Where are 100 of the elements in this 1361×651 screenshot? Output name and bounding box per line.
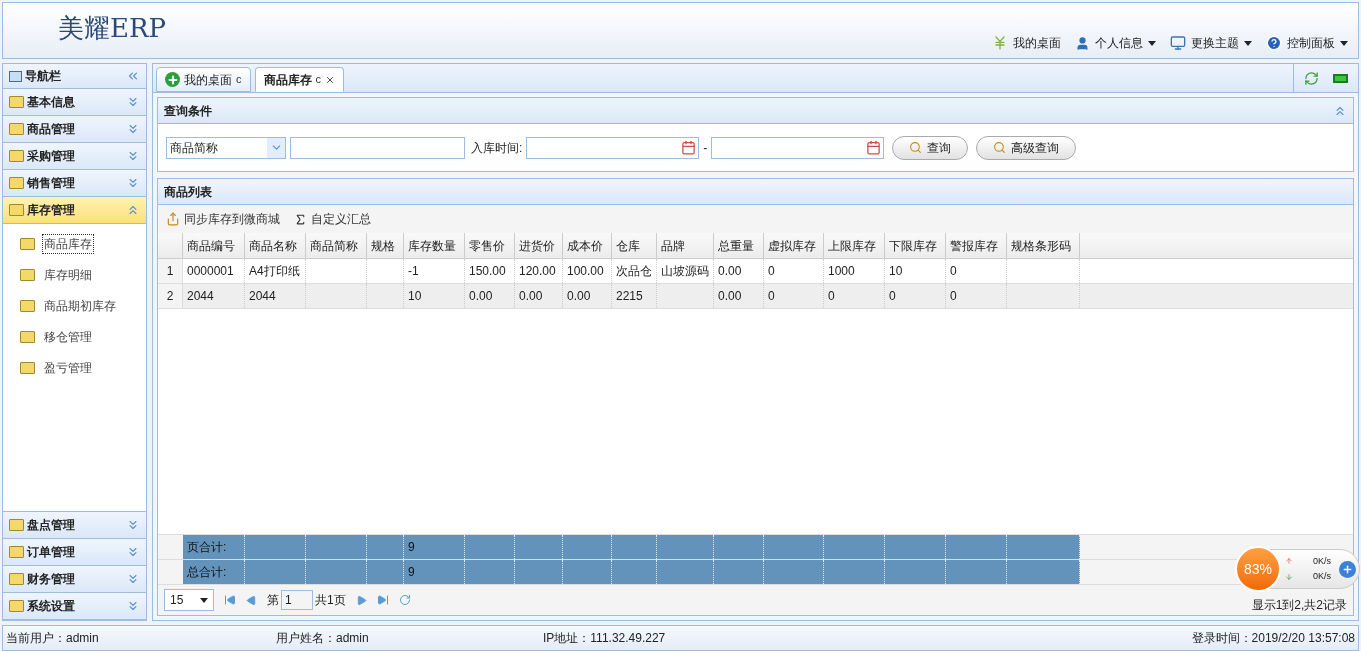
toolbar-button[interactable]: 同步库存到微商城 bbox=[166, 210, 280, 228]
nav-group-header[interactable]: 盘点管理 bbox=[3, 512, 146, 539]
nav-item[interactable]: 商品库存 bbox=[43, 234, 93, 253]
reload-icon[interactable] bbox=[398, 594, 411, 606]
collapse-icon[interactable] bbox=[126, 69, 140, 83]
table-cell: 120.00 bbox=[515, 259, 563, 283]
column-header[interactable]: 虚拟库存 bbox=[764, 233, 824, 258]
column-header[interactable]: 下限库存 bbox=[885, 233, 946, 258]
column-header[interactable]: 品牌 bbox=[657, 233, 714, 258]
app-logo: 美耀ERP bbox=[58, 12, 167, 45]
table-cell: -1 bbox=[404, 259, 465, 283]
nav-group-header[interactable]: 商品管理 bbox=[3, 116, 146, 143]
header-menu-item[interactable]: 个人信息 bbox=[1075, 34, 1156, 52]
page-input[interactable]: 1 bbox=[281, 590, 313, 610]
sigma-icon bbox=[294, 212, 307, 226]
tab[interactable]: 我的桌面 c bbox=[156, 67, 251, 92]
column-header[interactable]: 库存数量 bbox=[404, 233, 465, 258]
date-label: 入库时间: bbox=[471, 139, 523, 157]
nav-item[interactable]: 商品期初库存 bbox=[43, 296, 117, 315]
table-cell: 0.00 bbox=[515, 284, 563, 308]
page-prefix: 第 bbox=[267, 592, 279, 609]
total-label: 总合计: bbox=[187, 564, 227, 581]
toolbar-button[interactable]: 自定义汇总 bbox=[294, 210, 371, 228]
card-icon bbox=[9, 204, 24, 216]
column-header[interactable]: 规格 bbox=[367, 233, 404, 258]
nav-item[interactable]: 移仓管理 bbox=[43, 327, 93, 346]
panel-header: 查询条件 bbox=[158, 98, 1353, 124]
table-cell: 2044 bbox=[183, 284, 245, 308]
tab[interactable]: 商品库存 c bbox=[254, 67, 344, 92]
table-cell: 2215 bbox=[612, 284, 657, 308]
chevron-down-icon bbox=[126, 518, 140, 532]
window-icon bbox=[9, 70, 22, 82]
column-header[interactable]: 警报库存 bbox=[946, 233, 1007, 258]
column-header[interactable]: 成本价 bbox=[563, 233, 612, 258]
column-header[interactable]: 商品简称 bbox=[306, 233, 367, 258]
card-icon bbox=[9, 150, 24, 162]
column-header[interactable]: 仓库 bbox=[612, 233, 657, 258]
last-page-icon[interactable] bbox=[376, 594, 389, 606]
search-button[interactable]: 查询 bbox=[892, 135, 969, 160]
nav-group-header[interactable]: 订单管理 bbox=[3, 539, 146, 566]
total-label: 页合计: bbox=[187, 539, 227, 556]
calendar-icon[interactable] bbox=[681, 140, 697, 155]
card-icon bbox=[9, 546, 24, 558]
total-value: 9 bbox=[408, 539, 415, 556]
date-separator: - bbox=[703, 139, 708, 157]
nav-item[interactable]: 库存明细 bbox=[43, 265, 93, 284]
column-header[interactable]: 商品名称 bbox=[245, 233, 306, 258]
card-icon bbox=[20, 268, 35, 281]
nav-group-header[interactable]: 财务管理 bbox=[3, 566, 146, 593]
calendar-icon[interactable] bbox=[866, 140, 882, 155]
first-page-icon[interactable] bbox=[224, 594, 236, 606]
chevron-up-icon bbox=[126, 203, 140, 217]
table-cell: A4打印纸 bbox=[245, 259, 306, 283]
card-icon bbox=[9, 519, 24, 531]
date-input[interactable] bbox=[711, 136, 885, 159]
field-select[interactable]: 商品简称 bbox=[166, 136, 286, 159]
table-cell: 0.00 bbox=[563, 284, 612, 308]
download-icon bbox=[1285, 572, 1293, 581]
download-speed: 0K/s bbox=[1312, 570, 1331, 583]
nav-group-header[interactable]: 销售管理 bbox=[3, 170, 146, 197]
card-icon bbox=[20, 330, 35, 343]
card-icon bbox=[20, 237, 35, 250]
nav-group-header[interactable]: 库存管理 bbox=[3, 197, 146, 224]
page-size-select[interactable]: 15 bbox=[164, 589, 214, 611]
date-input[interactable] bbox=[526, 136, 700, 159]
search-input[interactable] bbox=[290, 136, 465, 159]
help-icon bbox=[1266, 35, 1282, 51]
next-page-icon[interactable] bbox=[355, 594, 367, 606]
nav-group-header[interactable]: 基本信息 bbox=[3, 89, 146, 116]
search-icon bbox=[993, 141, 1007, 154]
page-count: 共1页 bbox=[315, 592, 346, 609]
card-icon bbox=[9, 177, 24, 189]
table-cell: 山坡源码 bbox=[657, 259, 714, 283]
column-header[interactable]: 进货价 bbox=[515, 233, 563, 258]
plus-icon[interactable] bbox=[1339, 560, 1356, 578]
header-menu-item[interactable]: 控制面板 bbox=[1266, 34, 1348, 52]
header-menu-item[interactable]: 我的桌面 bbox=[992, 34, 1061, 52]
nav-item[interactable]: 盈亏管理 bbox=[43, 358, 93, 377]
chevron-down-icon bbox=[126, 572, 140, 586]
header-menu-item[interactable]: 更换主题 bbox=[1170, 34, 1252, 52]
table-cell: 150.00 bbox=[465, 259, 515, 283]
nav-group-header[interactable]: 系统设置 bbox=[3, 593, 146, 620]
record-summary: 显示1到2,共2记录 bbox=[1251, 597, 1347, 614]
table-cell: 0.00 bbox=[714, 259, 764, 283]
share-icon bbox=[166, 212, 180, 226]
column-header[interactable]: 零售价 bbox=[465, 233, 515, 258]
table-cell: 0 bbox=[824, 284, 885, 308]
close-icon[interactable] bbox=[325, 74, 335, 85]
column-header[interactable]: 总重量 bbox=[714, 233, 764, 258]
table-cell: 100.00 bbox=[563, 259, 612, 283]
nav-group-header[interactable]: 采购管理 bbox=[3, 143, 146, 170]
refresh-icon[interactable] bbox=[1304, 70, 1319, 86]
search-button[interactable]: 高级查询 bbox=[976, 135, 1077, 160]
yen-icon bbox=[992, 35, 1008, 51]
previous-page-icon[interactable] bbox=[246, 594, 257, 606]
column-header[interactable]: 规格条形码 bbox=[1007, 233, 1080, 258]
panel-header: 商品列表 bbox=[158, 179, 1353, 205]
column-header[interactable]: 商品编号 bbox=[183, 233, 245, 258]
column-header[interactable]: 上限库存 bbox=[824, 233, 885, 258]
maximize-icon[interactable] bbox=[1333, 73, 1348, 83]
